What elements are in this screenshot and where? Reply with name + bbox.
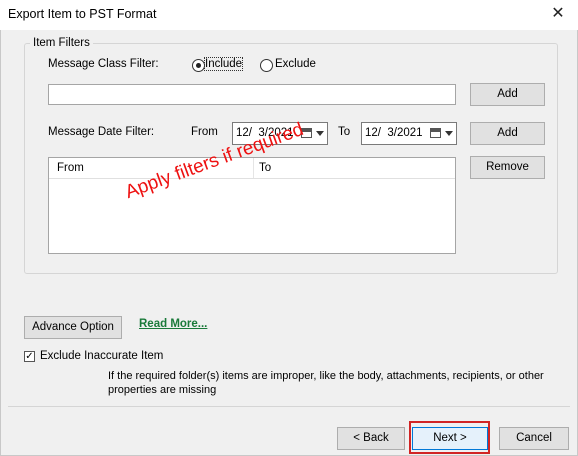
read-more-link[interactable]: Read More... (139, 318, 207, 330)
checkmark-icon: ✓ (25, 351, 34, 362)
footer-divider (8, 406, 570, 407)
from-label: From (191, 126, 218, 138)
to-label: To (338, 126, 351, 138)
remove-button[interactable]: Remove (470, 156, 545, 179)
exclude-label[interactable]: Exclude (275, 58, 316, 70)
close-icon[interactable]: ✕ (546, 2, 570, 26)
exclude-inaccurate-note: If the required folder(s) items are impr… (108, 370, 544, 396)
chevron-down-icon (445, 131, 453, 136)
message-class-filter-label: Message Class Filter: (48, 58, 159, 70)
cancel-button[interactable]: Cancel (499, 427, 569, 450)
column-header-from[interactable]: From (57, 162, 84, 174)
item-filters-label: Item Filters (30, 37, 93, 49)
chevron-down-icon (316, 131, 324, 136)
back-button[interactable]: < Back (337, 427, 405, 450)
date-filter-list[interactable]: From To (48, 157, 456, 254)
include-radio[interactable] (192, 59, 205, 72)
advance-option-button[interactable]: Advance Option (24, 316, 122, 339)
column-divider (253, 158, 254, 178)
window-title: Export Item to PST Format (8, 7, 157, 21)
message-class-input[interactable] (48, 84, 456, 105)
exclude-inaccurate-label[interactable]: Exclude Inaccurate Item (40, 350, 163, 362)
message-date-filter-label: Message Date Filter: (48, 126, 155, 138)
exclude-radio[interactable] (260, 59, 273, 72)
exclude-inaccurate-checkbox[interactable]: ✓ (24, 351, 35, 362)
add-class-button[interactable]: Add (470, 83, 545, 106)
next-highlight-box (409, 421, 490, 454)
calendar-icon (430, 128, 441, 138)
include-label[interactable]: Include (203, 57, 244, 71)
add-date-button[interactable]: Add (470, 122, 545, 145)
column-header-to[interactable]: To (259, 162, 271, 174)
to-date-picker[interactable]: 12/ 3/2021 (361, 122, 457, 145)
to-date-value: 12/ 3/2021 (365, 127, 423, 139)
list-header: From To (49, 158, 455, 179)
